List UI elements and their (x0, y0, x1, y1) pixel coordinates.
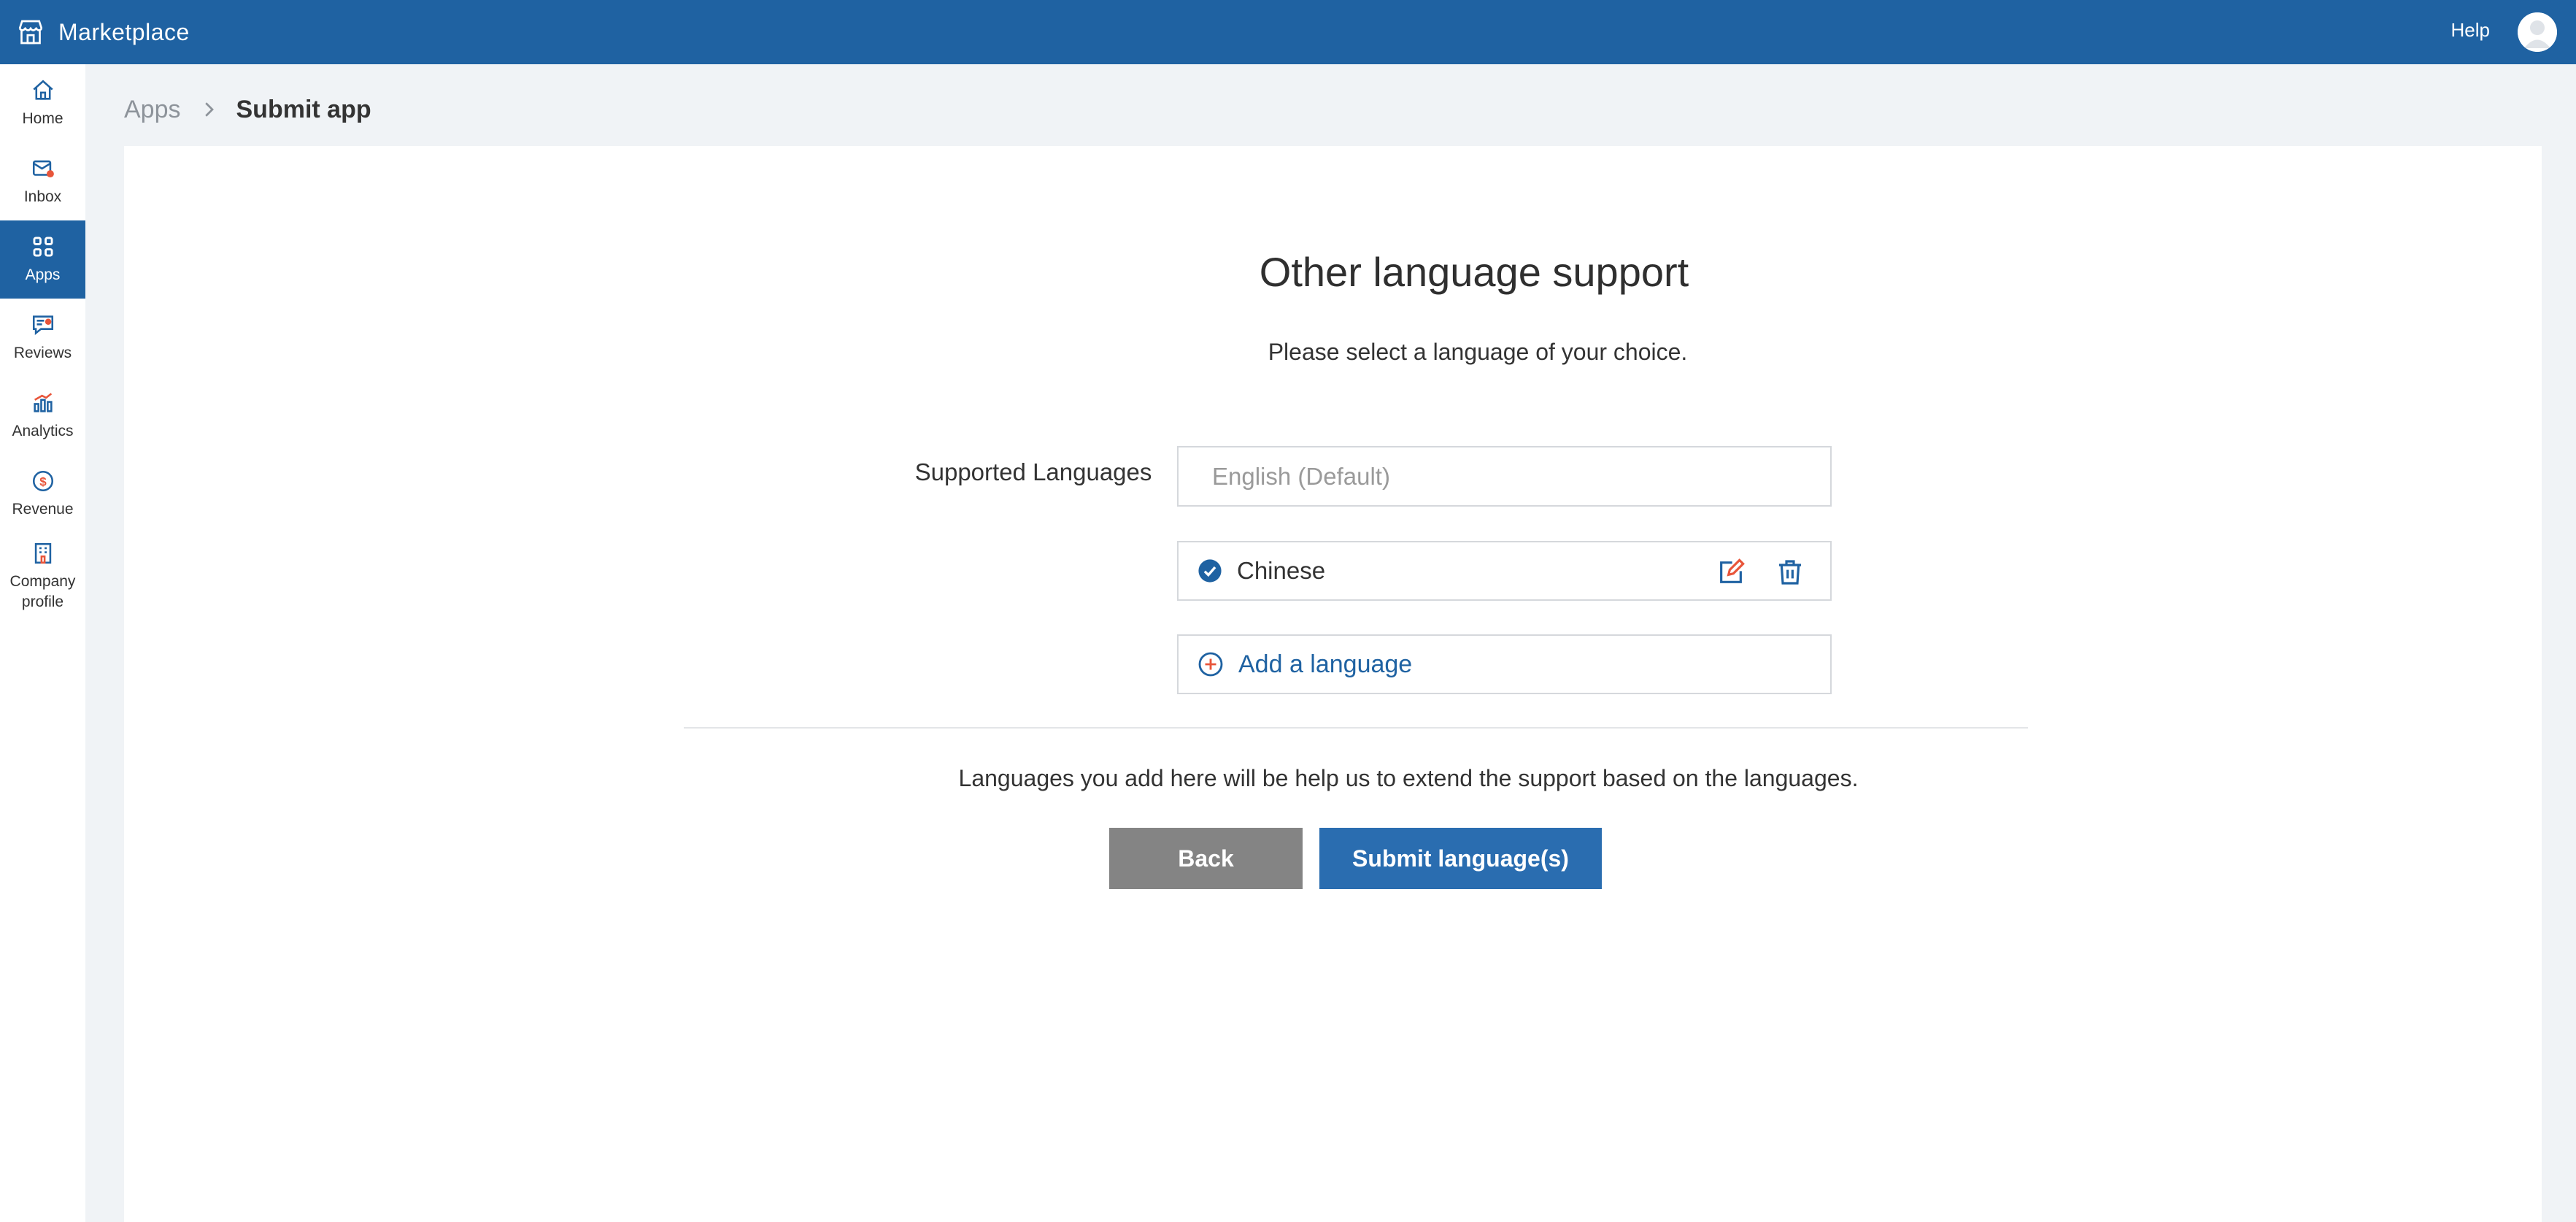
sidebar-item-label: Reviews (13, 344, 72, 361)
sidebar-item-label: Analytics (12, 422, 74, 439)
app-title: Marketplace (58, 18, 190, 45)
supported-languages-label: Supported Languages (914, 458, 1152, 485)
sidebar-item-label: Home (22, 109, 63, 127)
inbox-icon (32, 160, 54, 177)
plus-circle-icon (1198, 652, 1223, 677)
chevron-right-icon (204, 102, 214, 117)
sidebar-item-label: Company profile (9, 573, 76, 610)
revenue-icon: $ (32, 470, 53, 491)
user-avatar-icon (2518, 12, 2557, 52)
sidebar-item-label: Inbox (23, 188, 62, 205)
sidebar-item-analytics[interactable]: Analytics (0, 377, 85, 455)
help-link[interactable]: Help (2451, 19, 2490, 42)
sidebar-item-home[interactable]: Home (0, 64, 85, 142)
home-icon (32, 80, 53, 100)
apps-grid-icon (33, 237, 53, 256)
sidebar-item-label: Apps (25, 266, 61, 283)
svg-text:$: $ (39, 474, 47, 488)
page-title: Other language support (1259, 249, 1689, 295)
language-name: Chinese (1237, 557, 1326, 584)
default-language-value: English (Default) (1212, 462, 1390, 490)
sidebar-item-apps[interactable]: Apps (0, 220, 85, 299)
default-language-field: English (Default) (1177, 446, 1832, 507)
trash-icon[interactable] (1775, 558, 1805, 587)
sidebar-item-revenue[interactable]: $ Revenue (0, 455, 85, 533)
divider (684, 727, 2028, 729)
store-icon (18, 20, 43, 45)
page-subtitle: Please select a language of your choice. (1268, 339, 1688, 365)
submit-languages-button[interactable]: Submit language(s) (1319, 828, 1602, 889)
sidebar-item-reviews[interactable]: Reviews (0, 299, 85, 377)
breadcrumb: Apps Submit app (124, 93, 371, 126)
user-avatar[interactable] (2518, 12, 2557, 52)
sidebar-item-inbox[interactable]: Inbox (0, 142, 85, 220)
language-row: Chinese (1177, 541, 1832, 601)
add-language-button[interactable]: Add a language (1177, 634, 1832, 694)
back-button[interactable]: Back (1109, 828, 1303, 889)
company-profile-icon (34, 542, 51, 564)
reviews-icon (32, 315, 53, 335)
check-circle-icon (1198, 559, 1222, 583)
sidebar-item-company-profile[interactable]: Company profile (0, 533, 85, 620)
main-panel: Other language support Please select a l… (124, 146, 2542, 1222)
analytics-icon (33, 392, 53, 412)
sidebar-item-label: Revenue (12, 500, 74, 518)
sidebar: Home Inbox Apps Reviews Analytics $ Reve… (0, 64, 85, 1222)
top-bar: Marketplace Help (0, 0, 2576, 64)
edit-icon[interactable] (1716, 558, 1746, 587)
breadcrumb-apps-link[interactable]: Apps (124, 96, 181, 124)
language-note: Languages you add here will be help us t… (958, 765, 1859, 791)
breadcrumb-current: Submit app (236, 95, 371, 123)
page-title-wrap: Other language support (1219, 248, 1729, 296)
brand[interactable]: Marketplace (16, 16, 190, 48)
add-language-label: Add a language (1238, 650, 1413, 678)
